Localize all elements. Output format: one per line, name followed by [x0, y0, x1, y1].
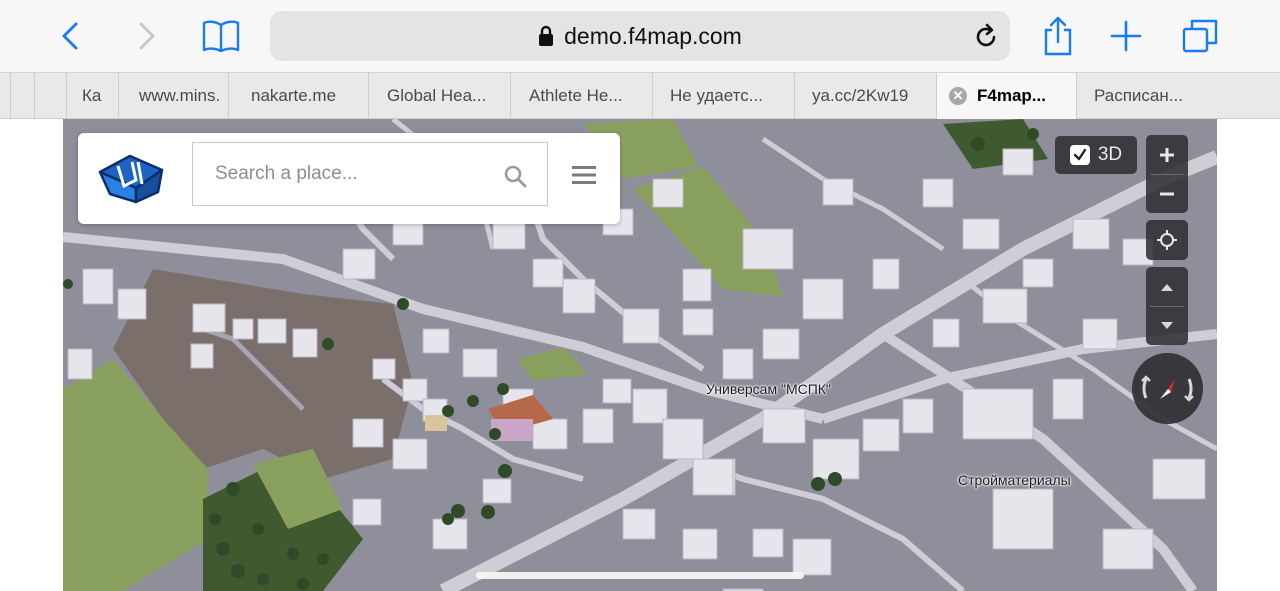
compass-rotate-control[interactable]: [1132, 353, 1203, 424]
locate-me-button[interactable]: [1146, 220, 1188, 260]
search-icon[interactable]: [503, 164, 527, 188]
bookmarks-button[interactable]: [199, 14, 243, 58]
triangle-up-icon: [1161, 283, 1173, 291]
address-bar[interactable]: demo.f4map.com: [270, 11, 1010, 61]
checkbox-checked-icon[interactable]: [1069, 145, 1090, 165]
tab-7[interactable]: ya.cc/2Kw19: [794, 73, 936, 119]
compass-icon: [1141, 375, 1194, 402]
tab-title: nakarte.me: [251, 86, 337, 105]
tab-5[interactable]: Athlete He...: [510, 73, 652, 119]
forward-icon: [139, 22, 155, 50]
triangle-down-icon: [1161, 321, 1173, 329]
tab-8-active[interactable]: ✕ F4map...: [936, 73, 1076, 119]
tilt-controls: [1146, 267, 1188, 345]
tab-9[interactable]: Расписан...: [1076, 73, 1280, 119]
menu-icon[interactable]: [572, 164, 596, 186]
toggle-3d-label: 3D: [1097, 144, 1123, 165]
f4map-logo-icon[interactable]: [96, 144, 166, 204]
home-indicator: [476, 572, 804, 579]
tab-3[interactable]: nakarte.me: [228, 73, 368, 119]
back-button[interactable]: [48, 14, 92, 58]
tilt-up-button[interactable]: [1146, 268, 1188, 306]
back-icon: [62, 22, 78, 50]
zoom-in-button[interactable]: [1146, 136, 1188, 174]
zoom-controls: [1146, 135, 1188, 213]
share-button[interactable]: [1036, 14, 1080, 58]
tab-title: ya.cc/2Kw19: [812, 86, 909, 105]
tilt-down-button[interactable]: [1146, 307, 1188, 345]
zoom-out-button[interactable]: [1146, 175, 1188, 213]
tab-1[interactable]: Ка: [66, 73, 118, 119]
tab-title: Global Hea...: [387, 86, 487, 105]
reload-button[interactable]: [970, 21, 1002, 53]
share-icon: [1044, 16, 1072, 56]
new-tab-button[interactable]: [1104, 14, 1148, 58]
reload-icon: [976, 23, 996, 47]
forward-button[interactable]: [125, 14, 169, 58]
new-tab-icon: [1110, 20, 1142, 52]
search-input[interactable]: [192, 142, 548, 206]
tab-title: Ка: [82, 86, 102, 105]
search-panel: [78, 133, 620, 224]
browser-toolbar: demo.f4map.com: [0, 0, 1280, 72]
tab-title: F4map...: [977, 86, 1046, 105]
tab-title: www.mins.: [139, 86, 221, 105]
lock-icon: [539, 25, 554, 46]
poi-label-universam[interactable]: Универсам "МСПК": [706, 381, 831, 397]
tabs-overview-button[interactable]: [1178, 14, 1222, 58]
url-text: demo.f4map.com: [564, 22, 742, 49]
tab-bar: Ка www.mins. nakarte.me Global Hea... At…: [0, 72, 1280, 119]
bookmarks-icon: [202, 20, 240, 53]
toggle-3d-button[interactable]: 3D: [1055, 136, 1137, 174]
tab-2[interactable]: www.mins.: [118, 73, 228, 119]
tab-title: Расписан...: [1094, 86, 1183, 105]
plus-icon: [1160, 147, 1174, 162]
tab-title: Athlete He...: [529, 86, 623, 105]
tabs-overview-icon: [1182, 19, 1218, 53]
close-tab-icon[interactable]: ✕: [949, 87, 967, 105]
poi-label-stroymaterialy[interactable]: Стройматериалы: [958, 472, 1071, 488]
minus-icon: [1160, 192, 1174, 195]
tab-title: Не удаетс...: [670, 86, 763, 105]
crosshair-icon: [1157, 230, 1177, 250]
tab-6[interactable]: Не удаетс...: [652, 73, 794, 119]
tab-4[interactable]: Global Hea...: [368, 73, 510, 119]
